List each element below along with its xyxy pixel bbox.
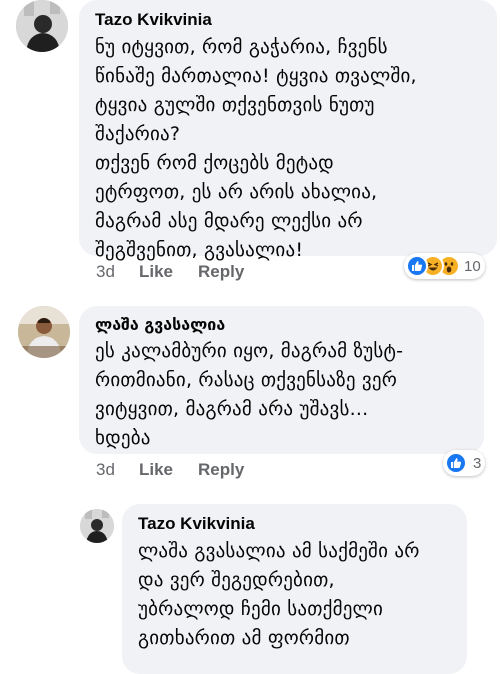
comment-author[interactable]: Tazo Kvikvinia	[95, 10, 483, 30]
like-icon	[406, 255, 428, 277]
comment-bubble: Tazo Kvikvinia ლაშა გვასალია ამ საქმეში …	[122, 504, 467, 674]
comment-timestamp[interactable]: 3d	[96, 460, 115, 480]
like-icon	[445, 452, 467, 474]
reply-button[interactable]: Reply	[198, 460, 244, 480]
reply-button[interactable]: Reply	[198, 262, 244, 282]
comment-text: ეს კალამბური იყო, მაგრამ ზუსტ- რითმიანი,…	[95, 340, 404, 449]
reaction-summary[interactable]: 3	[443, 450, 486, 476]
comment-bubble: ლაშა გვასალია ეს კალამბური იყო, მაგრამ ზ…	[79, 306, 484, 454]
profile-photo	[16, 0, 68, 52]
avatar[interactable]	[80, 509, 114, 543]
reaction-count: 3	[473, 454, 482, 472]
avatar[interactable]	[18, 306, 70, 358]
comment-bubble: Tazo Kvikvinia ნუ იტყვით, რომ გაჭარია, ჩ…	[79, 0, 497, 261]
comment-text: ნუ იტყვით, რომ გაჭარია, ჩვენს წინაშე მარ…	[95, 36, 417, 261]
comment-author[interactable]: Tazo Kvikvinia	[138, 514, 453, 534]
avatar[interactable]	[16, 0, 68, 52]
profile-photo	[18, 306, 70, 358]
profile-photo	[80, 509, 114, 543]
reaction-count: 10	[464, 257, 481, 275]
comment-actions: 3d Like Reply	[96, 262, 396, 286]
comment-timestamp[interactable]: 3d	[96, 262, 115, 282]
reaction-summary[interactable]: 10	[404, 253, 485, 279]
like-button[interactable]: Like	[139, 262, 173, 282]
like-button[interactable]: Like	[139, 460, 173, 480]
comment-author[interactable]: ლაშა გვასალია	[95, 315, 470, 334]
comment-text: ლაშა გვასალია ამ საქმეში არ და ვერ შეგედ…	[138, 540, 420, 649]
comment-actions: 3d Like Reply	[96, 460, 396, 484]
